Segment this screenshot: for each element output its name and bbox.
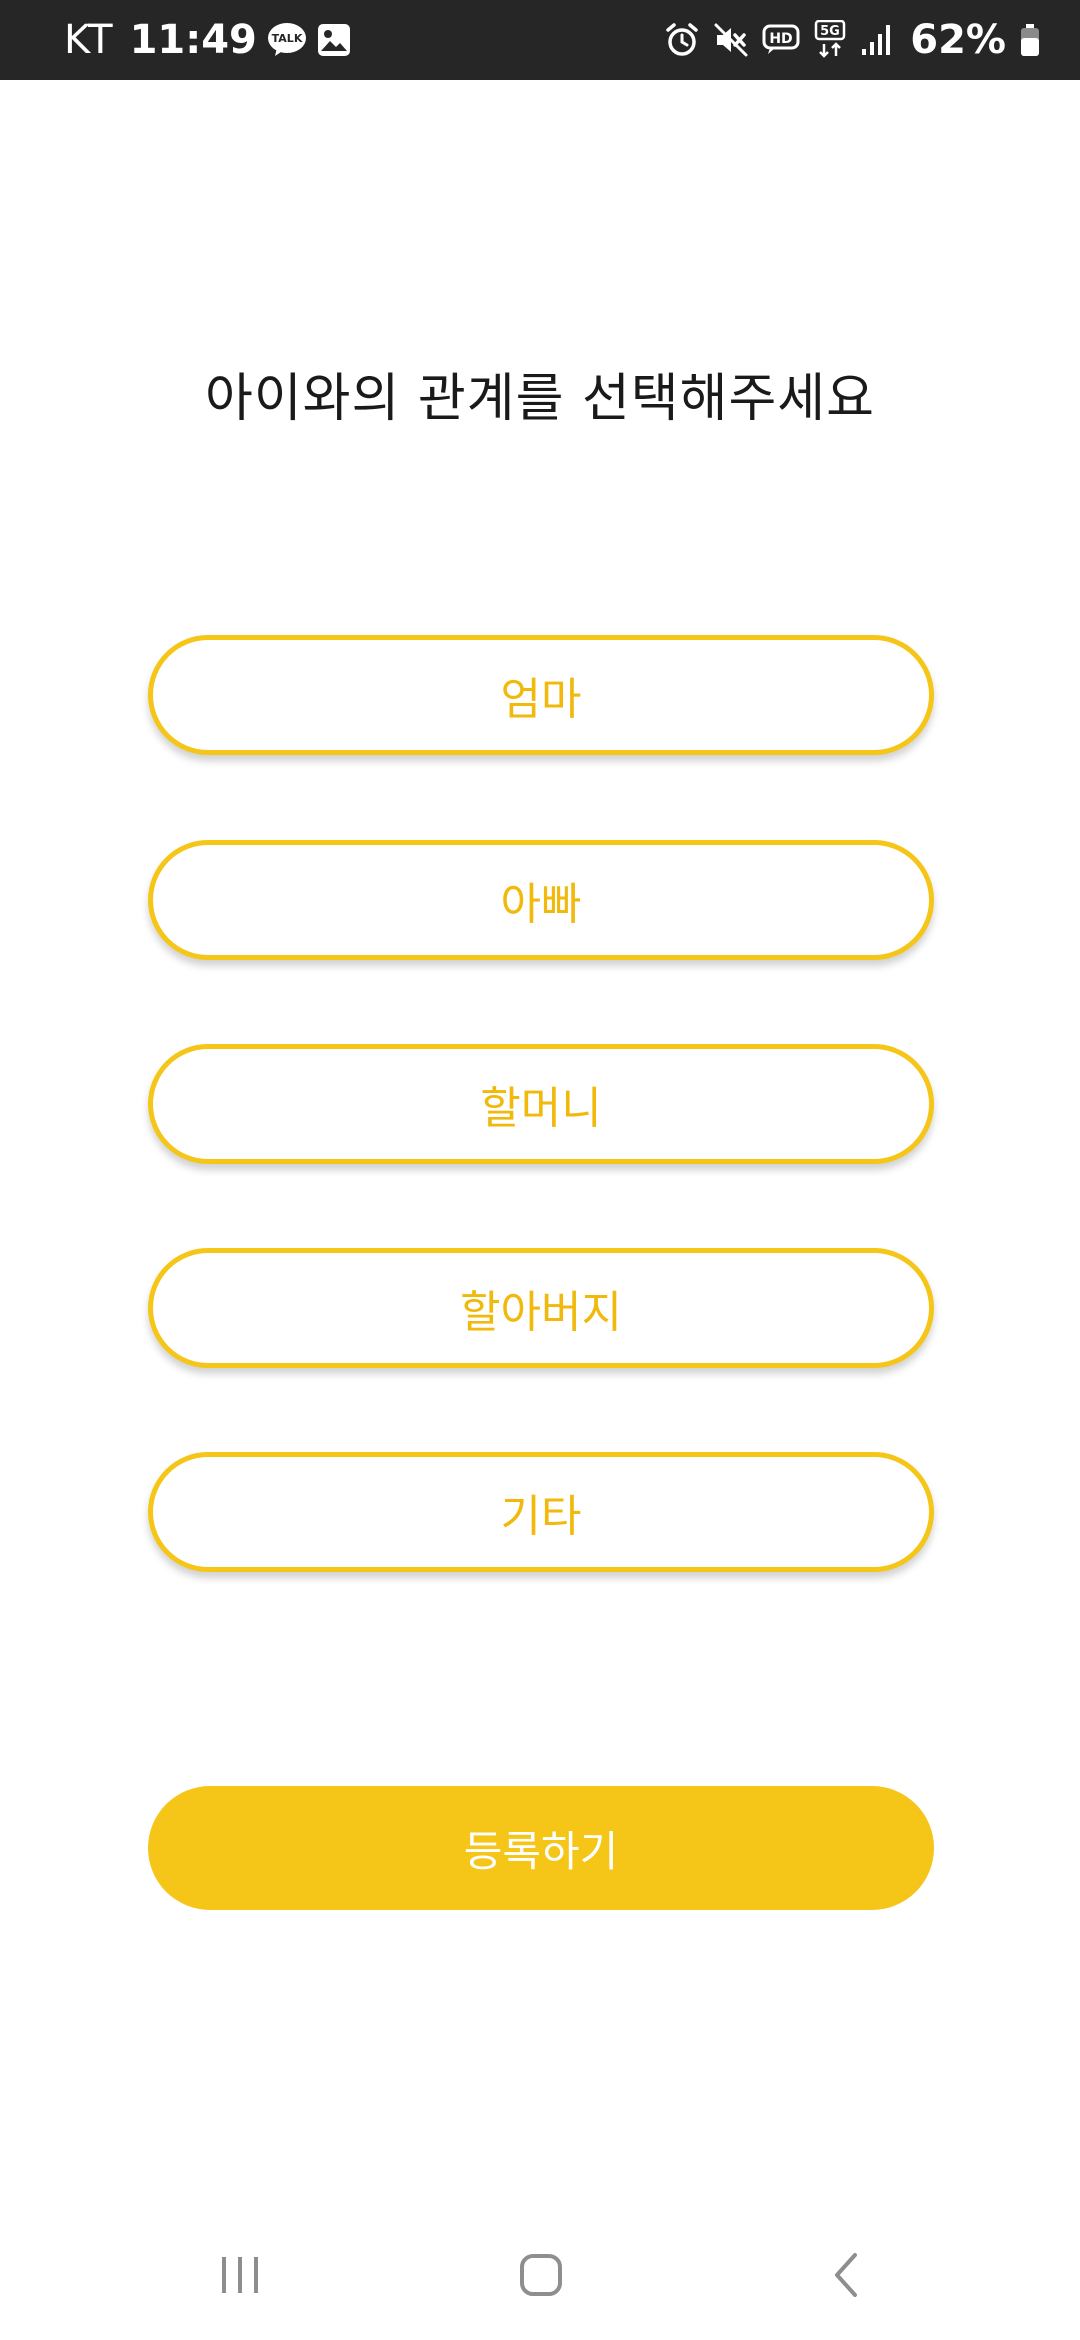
home-icon — [520, 2254, 562, 2296]
recent-apps-button[interactable] — [170, 2210, 310, 2340]
5g-icon-label: 5G — [820, 24, 840, 39]
hd-icon: HD — [762, 24, 800, 56]
mute-icon — [714, 23, 748, 57]
battery-icon — [1020, 23, 1040, 57]
status-bar-right: HD 5G 62% — [664, 0, 1040, 80]
option-grandfather-button[interactable]: 할아버지 — [148, 1248, 934, 1368]
register-button[interactable]: 등록하기 — [148, 1786, 934, 1910]
recent-apps-icon — [222, 2257, 258, 2293]
status-bar-left: KT 11:49 TALK — [64, 0, 351, 80]
back-button[interactable] — [776, 2210, 916, 2340]
option-other-button[interactable]: 기타 — [148, 1452, 934, 1572]
option-grandmother-button[interactable]: 할머니 — [148, 1044, 934, 1164]
option-mom-button[interactable]: 엄마 — [148, 635, 934, 755]
navigation-bar — [0, 2210, 1080, 2340]
signal-icon — [860, 23, 892, 57]
status-bar: KT 11:49 TALK HD 5G 62% — [0, 0, 1080, 80]
battery-percent: 62% — [910, 17, 1006, 63]
home-button[interactable] — [471, 2210, 611, 2340]
hd-icon-label: HD — [770, 31, 793, 47]
kakaotalk-icon: TALK — [267, 22, 307, 58]
page-title: 아이와의 관계를 선택해주세요 — [205, 369, 875, 429]
gallery-icon — [317, 23, 351, 57]
clock-time: 11:49 — [129, 17, 257, 63]
alarm-icon — [664, 22, 700, 58]
kakaotalk-icon-label: TALK — [272, 32, 303, 45]
option-dad-button[interactable]: 아빠 — [148, 840, 934, 960]
carrier-label: KT — [64, 17, 114, 63]
5g-icon: 5G — [814, 20, 846, 60]
back-icon — [835, 2253, 857, 2297]
